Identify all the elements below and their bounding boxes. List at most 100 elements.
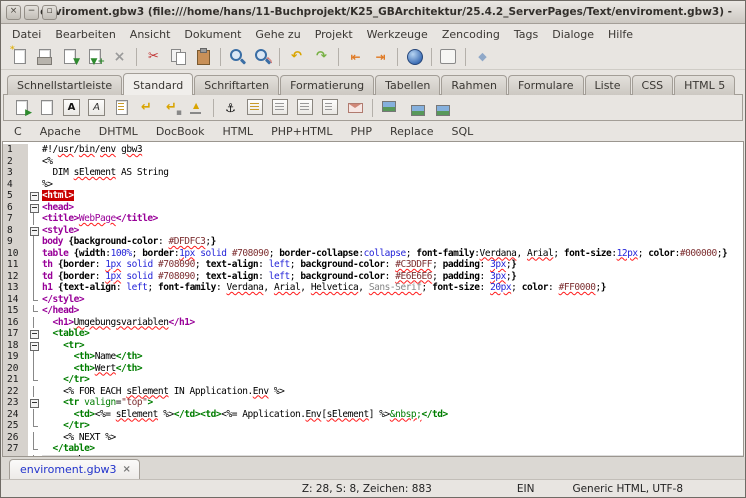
fold-toggle-icon[interactable] [30,192,39,201]
tab-html-5[interactable]: HTML 5 [674,75,735,95]
code-line-25[interactable]: 25 </tr> [3,420,743,432]
code-line-3[interactable]: 3 DIM sElement AS String [3,167,743,179]
code-line-26[interactable]: 26 <% NEXT %> [3,432,743,444]
code-line-5[interactable]: 5<html> [3,190,743,202]
anchor-button[interactable]: ⚓ [218,97,243,119]
maximize-window-button[interactable]: ▫ [42,5,57,20]
tab-standard[interactable]: Standard [123,73,193,95]
code-line-1[interactable]: 1#!/usr/bin/env gbw3 [3,144,743,156]
indent-button[interactable]: ⇥ [368,46,393,68]
find-replace-button[interactable]: ✎ [250,46,275,68]
code-line-12[interactable]: 12td {border: 1px solid #708090; text-al… [3,271,743,283]
code-line-15[interactable]: 15</head> [3,305,743,317]
quickstart-button[interactable]: ▶ [9,97,34,119]
bold-button[interactable]: A [59,97,84,119]
fold-toggle-icon[interactable] [30,204,39,213]
tab-formatierung[interactable]: Formatierung [280,75,374,95]
non-breaking-space-button[interactable] [184,97,209,119]
fullscreen-button[interactable]: ◆ [470,46,495,68]
preformatted-button[interactable] [318,97,343,119]
menu-tags[interactable]: Tags [507,26,545,43]
tab-tabellen[interactable]: Tabellen [375,75,440,95]
italic-button[interactable]: A [84,97,109,119]
thumbnail-button[interactable] [402,97,427,119]
code-line-16[interactable]: 16 <h1>Umgebungsvariablen</h1> [3,317,743,329]
undo-button[interactable]: ↶ [284,46,309,68]
code-line-13[interactable]: 13h1 {text-align: left; font-family: Ver… [3,282,743,294]
cut-button[interactable]: ✂ [141,46,166,68]
filter-docbook[interactable]: DocBook [147,123,214,140]
tab-css[interactable]: CSS [632,75,674,95]
minimize-window-button[interactable]: − [24,5,39,20]
code-line-7[interactable]: 7<title>WebPage</title> [3,213,743,225]
code-line-11[interactable]: 11th {border: 1px solid #708090; text-al… [3,259,743,271]
code-line-14[interactable]: 14</style> [3,294,743,306]
code-line-22[interactable]: 22 <% FOR EACH sElement IN Application.E… [3,386,743,398]
menu-projekt[interactable]: Projekt [308,26,360,43]
code-line-17[interactable]: 17 <table> [3,328,743,340]
code-line-23[interactable]: 23 <tr valign="top"> [3,397,743,409]
document-tab[interactable]: enviroment.gbw3 × [9,459,140,479]
align-center-button[interactable] [268,97,293,119]
code-line-9[interactable]: 9body {background-color: #DFDFC3;} [3,236,743,248]
body-button[interactable] [34,97,59,119]
tab-formulare[interactable]: Formulare [508,75,584,95]
multi-thumbnail-button[interactable]: ★ [427,97,452,119]
code-line-27[interactable]: 27 </table> [3,443,743,455]
code-line-18[interactable]: 18 <tr> [3,340,743,352]
code-line-19[interactable]: 19 <th>Name</th> [3,351,743,363]
preview-settings-button[interactable]: V.8 [436,46,461,68]
save-as-button[interactable]: ▼+ [82,46,107,68]
filter-apache[interactable]: Apache [31,123,90,140]
code-line-6[interactable]: 6<head> [3,202,743,214]
menu-dialoge[interactable]: Dialoge [545,26,601,43]
paragraph-button[interactable] [109,97,134,119]
code-line-2[interactable]: 2<% [3,156,743,168]
tab-schnellstartleiste[interactable]: Schnellstartleiste [7,75,122,95]
editor[interactable]: 1#!/usr/bin/env gbw32<%3 DIM sElement AS… [2,141,744,457]
menu-dokument[interactable]: Dokument [177,26,248,43]
view-in-browser-button[interactable] [402,46,427,68]
align-left-button[interactable] [243,97,268,119]
find-button[interactable] [225,46,250,68]
copy-button[interactable] [166,46,191,68]
insert-image-button[interactable] [377,97,402,119]
menu-bearbeiten[interactable]: Bearbeiten [48,26,122,43]
filter-php-html[interactable]: PHP+HTML [262,123,341,140]
menu-datei[interactable]: Datei [5,26,48,43]
code-line-10[interactable]: 10table {width:100%; border:1px solid #7… [3,248,743,260]
open-document-button[interactable] [32,46,57,68]
email-button[interactable] [343,97,368,119]
new-document-button[interactable]: * [7,46,32,68]
filter-sql[interactable]: SQL [443,123,483,140]
break-and-clear-button[interactable]: ↵▪ [159,97,184,119]
code-line-8[interactable]: 8<style> [3,225,743,237]
menu-zencoding[interactable]: Zencoding [435,26,507,43]
unindent-button[interactable]: ⇤ [343,46,368,68]
align-right-button[interactable] [293,97,318,119]
menu-ansicht[interactable]: Ansicht [123,26,178,43]
menu-gehe-zu[interactable]: Gehe zu [248,26,307,43]
tab-rahmen[interactable]: Rahmen [441,75,507,95]
fold-toggle-icon[interactable] [30,399,39,408]
redo-button[interactable]: ↷ [309,46,334,68]
close-tab-icon[interactable]: × [123,464,131,475]
filter-c[interactable]: C [5,123,31,140]
close-document-button[interactable]: × [107,46,132,68]
filter-dhtml[interactable]: DHTML [90,123,147,140]
menu-werkzeuge[interactable]: Werkzeuge [360,26,435,43]
filter-replace[interactable]: Replace [381,123,443,140]
fold-toggle-icon[interactable] [30,330,39,339]
tab-schriftarten[interactable]: Schriftarten [194,75,279,95]
tab-liste[interactable]: Liste [585,75,631,95]
close-window-button[interactable]: × [6,5,21,20]
filter-html[interactable]: HTML [213,123,262,140]
code-line-20[interactable]: 20 <th>Wert</th> [3,363,743,375]
code-line-4[interactable]: 4%> [3,179,743,191]
title-bar[interactable]: ×−▫ * enviroment.gbw3 (file:///home/hans… [1,1,745,24]
code-line-24[interactable]: 24 <td><%= sElement %></td><td><%= Appli… [3,409,743,421]
filter-php[interactable]: PHP [341,123,381,140]
code-line-21[interactable]: 21 </tr> [3,374,743,386]
fold-toggle-icon[interactable] [30,227,39,236]
line-break-button[interactable]: ↵ [134,97,159,119]
